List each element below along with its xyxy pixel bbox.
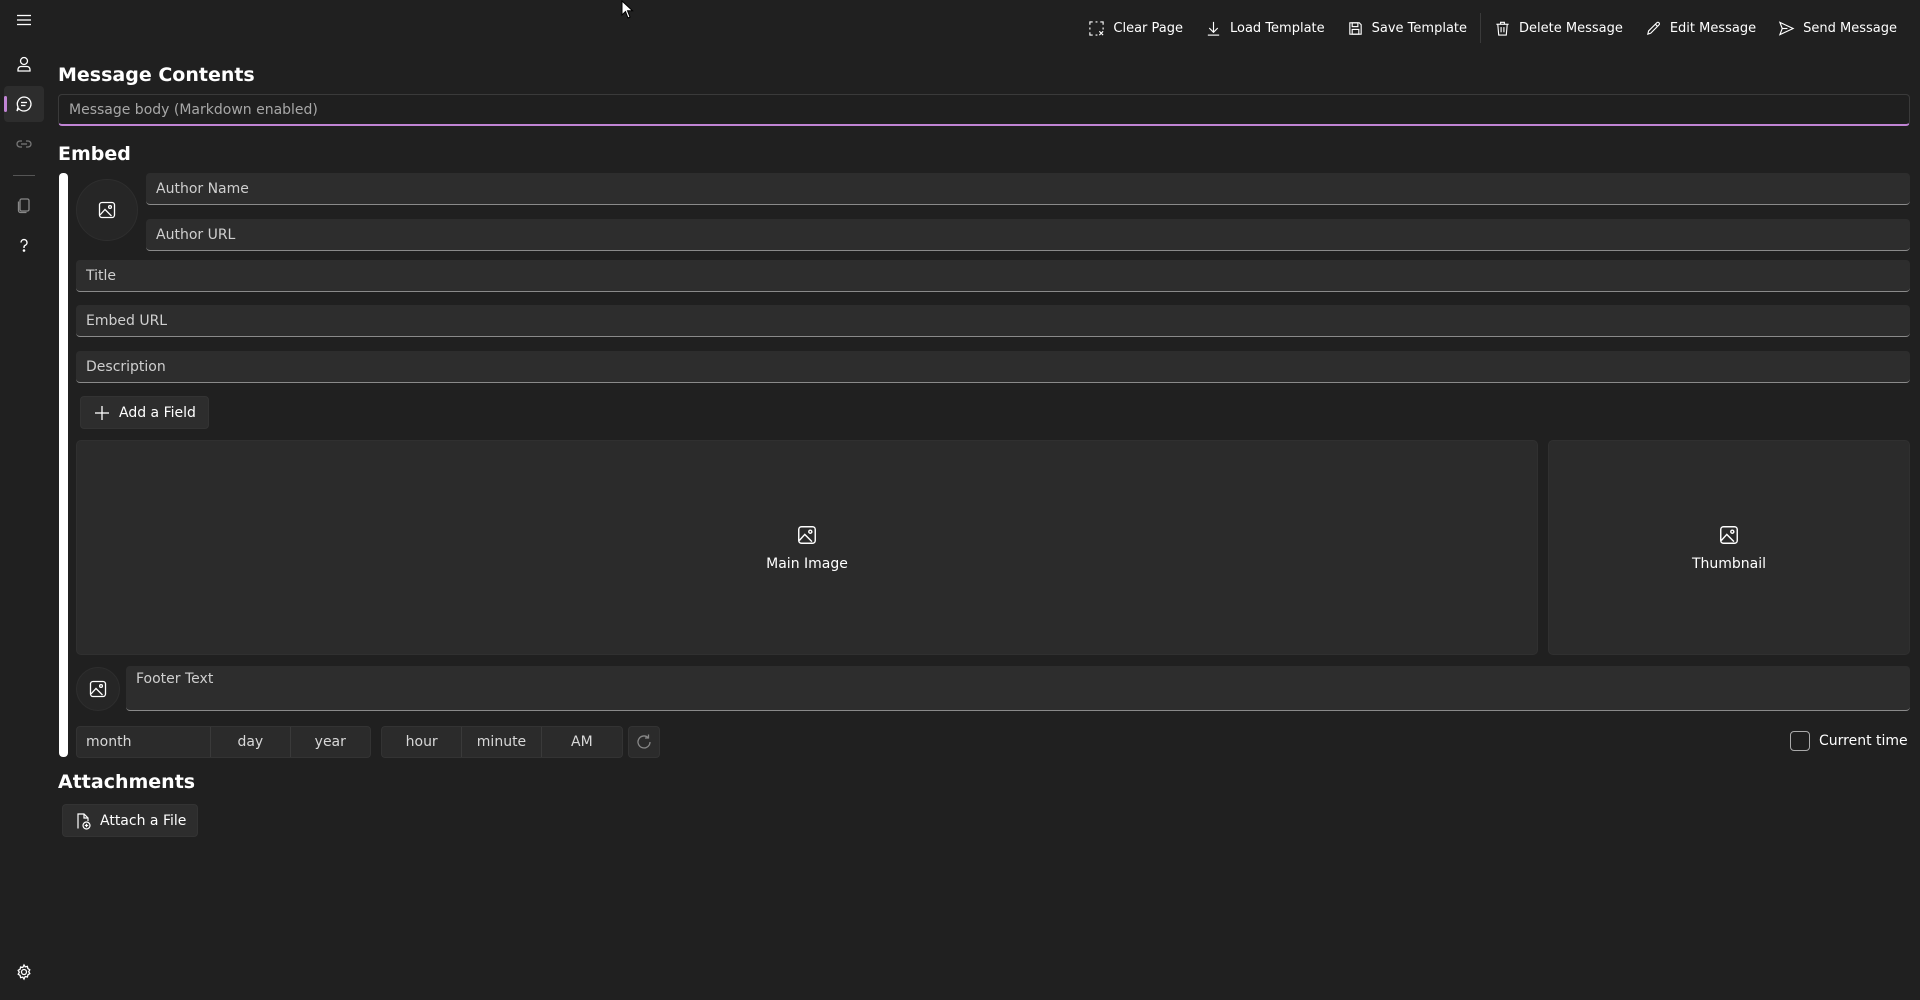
link-icon xyxy=(16,140,32,148)
save-icon xyxy=(1348,21,1362,35)
current-time-checkbox[interactable] xyxy=(1790,731,1810,751)
pencil-icon xyxy=(1646,21,1660,35)
clear-page-button[interactable]: Clear Page xyxy=(1077,12,1194,44)
load-template-label: Load Template xyxy=(1230,20,1325,36)
add-field-button[interactable]: Add a Field xyxy=(80,396,209,429)
refresh-icon xyxy=(637,734,651,749)
image-icon xyxy=(89,680,107,698)
footer-text-field[interactable] xyxy=(126,666,1910,711)
add-field-label: Add a Field xyxy=(119,404,196,421)
title-input[interactable] xyxy=(76,260,1910,291)
date-month[interactable]: month xyxy=(77,727,212,757)
download-icon xyxy=(1207,21,1220,36)
title-field[interactable] xyxy=(76,260,1910,292)
main-image-label: Main Image xyxy=(766,555,848,572)
command-bar: Clear Page Load Template Save Template D… xyxy=(1077,12,1908,44)
nav-profile[interactable] xyxy=(4,46,44,82)
menu-button[interactable] xyxy=(4,2,44,38)
send-icon xyxy=(1778,20,1795,36)
time-minute[interactable]: minute xyxy=(462,727,542,757)
nav-settings[interactable] xyxy=(4,954,44,990)
attach-file-button[interactable]: Attach a File xyxy=(62,804,199,837)
hamburger-icon xyxy=(17,14,31,26)
chat-icon xyxy=(16,96,32,112)
save-template-label: Save Template xyxy=(1371,20,1468,36)
attachments-heading: Attachments xyxy=(58,771,196,793)
author-url-input[interactable] xyxy=(146,219,1910,250)
gear-icon xyxy=(17,963,31,981)
reset-timestamp-button[interactable] xyxy=(628,726,660,758)
date-year[interactable]: year xyxy=(291,727,370,757)
time-hour[interactable]: hour xyxy=(382,727,463,757)
sidebar-divider xyxy=(13,175,35,176)
embed-url-input[interactable] xyxy=(76,305,1910,336)
toolbar-divider xyxy=(1480,13,1482,43)
nav-message[interactable] xyxy=(4,86,44,122)
message-body-field[interactable] xyxy=(58,94,1910,126)
embed-url-field[interactable] xyxy=(76,305,1910,337)
clear-selection-icon xyxy=(1089,20,1105,36)
delete-message-button[interactable]: Delete Message xyxy=(1483,12,1634,44)
message-body-input[interactable] xyxy=(59,95,1909,124)
thumbnail-picker[interactable]: Thumbnail xyxy=(1548,440,1910,655)
description-field[interactable] xyxy=(76,351,1910,383)
question-icon xyxy=(20,238,28,252)
load-template-button[interactable]: Load Template xyxy=(1194,12,1336,44)
embed-heading: Embed xyxy=(58,143,131,165)
author-name-field[interactable] xyxy=(146,173,1910,205)
time-picker[interactable]: hour minute AM xyxy=(381,726,623,758)
image-icon xyxy=(798,525,816,544)
footer-icon-picker[interactable] xyxy=(76,667,120,711)
description-input[interactable] xyxy=(76,351,1910,382)
person-icon xyxy=(17,56,31,72)
clear-page-label: Clear Page xyxy=(1113,20,1183,36)
main-image-picker[interactable]: Main Image xyxy=(76,440,1538,655)
footer-text-input[interactable] xyxy=(126,666,1910,710)
message-contents-heading: Message Contents xyxy=(58,64,255,86)
image-icon xyxy=(98,201,116,219)
image-icon xyxy=(1720,525,1738,544)
save-template-button[interactable]: Save Template xyxy=(1336,12,1478,44)
nav-link[interactable] xyxy=(4,126,44,162)
attach-file-icon xyxy=(77,812,91,830)
edit-message-button[interactable]: Edit Message xyxy=(1634,12,1767,44)
send-message-label: Send Message xyxy=(1803,20,1897,36)
date-day[interactable]: day xyxy=(211,727,291,757)
sidebar xyxy=(0,0,48,1000)
nav-help[interactable] xyxy=(4,227,44,263)
trash-icon xyxy=(1496,21,1509,36)
send-message-button[interactable]: Send Message xyxy=(1767,12,1908,44)
time-ampm[interactable]: AM xyxy=(542,727,622,757)
author-name-input[interactable] xyxy=(146,173,1910,204)
date-picker[interactable]: month day year xyxy=(76,726,371,758)
author-url-field[interactable] xyxy=(146,219,1910,251)
current-time-label: Current time xyxy=(1819,733,1908,749)
plus-icon xyxy=(95,405,109,420)
delete-message-label: Delete Message xyxy=(1519,20,1623,36)
attach-file-label: Attach a File xyxy=(100,812,187,829)
nav-copy[interactable] xyxy=(4,187,44,223)
thumbnail-label: Thumbnail xyxy=(1691,555,1767,572)
copy-icon xyxy=(17,198,30,214)
edit-message-label: Edit Message xyxy=(1669,20,1757,36)
app-window: Clear Page Load Template Save Template D… xyxy=(0,0,1920,1000)
author-icon-picker[interactable] xyxy=(76,179,138,241)
embed-color-bar[interactable] xyxy=(59,173,68,757)
mouse-cursor-icon xyxy=(621,0,634,19)
current-time-toggle[interactable]: Current time xyxy=(1790,731,1908,751)
